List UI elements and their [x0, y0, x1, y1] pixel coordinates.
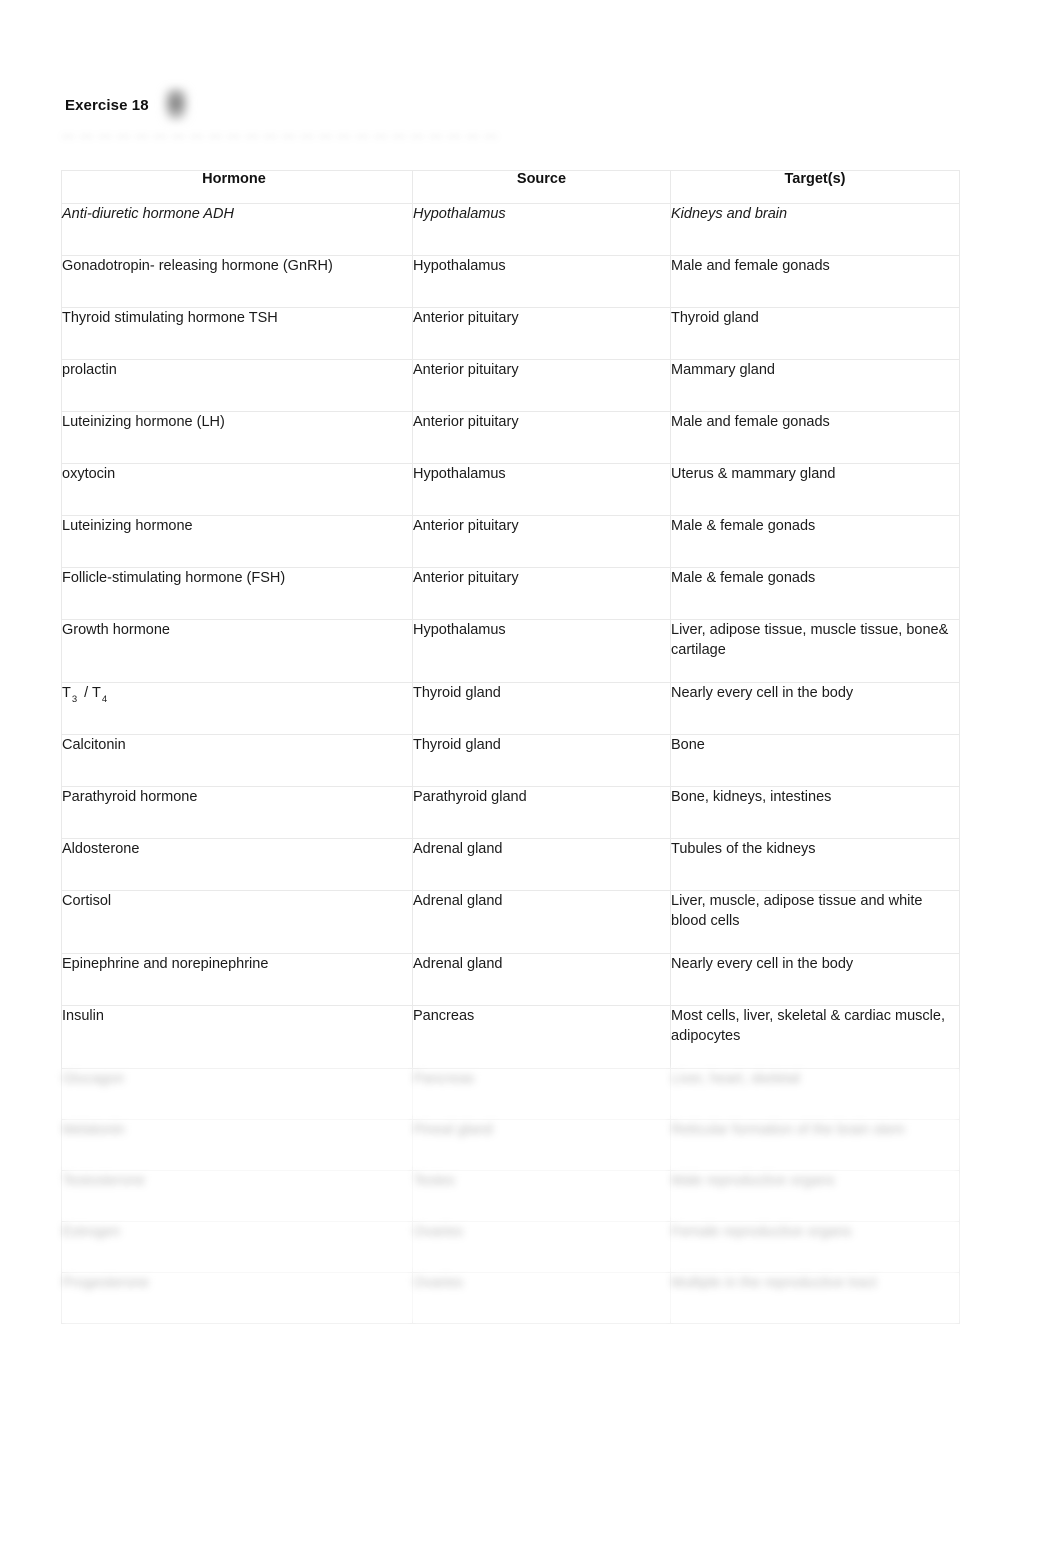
cell-hormone: Cortisol: [61, 890, 413, 954]
table-body: Anti-diuretic hormone ADH Hypothalamus Kid…: [61, 203, 960, 1324]
redacted-image-icon: [162, 88, 189, 122]
cell-hormone: Progesterone: [61, 1272, 413, 1324]
table-row: Melatonin Pineal gland Reticular formation…: [61, 1119, 960, 1171]
cell-hormone: Glucagon: [61, 1068, 413, 1120]
cell-target: Multiple in the reproductive tract: [670, 1272, 960, 1324]
cell-target: Reticular formation of the brain stem: [670, 1119, 960, 1171]
cell-target: Bone, kidneys, intestines: [670, 786, 960, 839]
table-row: Estrogen Ovaries Female reproductive organ…: [61, 1221, 960, 1273]
cell-source: Anterior pituitary: [412, 515, 671, 568]
cell-hormone: Parathyroid hormone: [61, 786, 413, 839]
cell-source: Adrenal gland: [412, 890, 671, 954]
cell-target: Nearly every cell in the body: [670, 682, 960, 735]
cell-hormone: prolactin: [61, 359, 413, 412]
cell-target: Liver, heart, skeletal: [670, 1068, 960, 1120]
cell-hormone: Calcitonin: [61, 734, 413, 787]
table-row: Growth hormone Hypothalamus Liver, adipose…: [61, 619, 960, 683]
table-row: Calcitonin Thyroid gland Bone: [61, 734, 960, 787]
table-row: Luteinizing hormone Anterior pituitary Mal…: [61, 515, 960, 568]
cell-source: Hypothalamus: [412, 203, 671, 256]
cell-source: Pancreas: [412, 1005, 671, 1069]
cell-source: Thyroid gland: [412, 682, 671, 735]
table-row: Epinephrine and norepinephrine Adrenal gl…: [61, 953, 960, 1006]
cell-target: Male & female gonads: [670, 515, 960, 568]
table-row: T3 / T4 Thyroid gland Nearly every cell in…: [61, 682, 960, 735]
cell-target: Tubules of the kidneys: [670, 838, 960, 891]
cell-hormone: Insulin: [61, 1005, 413, 1069]
cell-source: Ovaries: [412, 1221, 671, 1273]
cell-hormone: Anti-diuretic hormone ADH: [61, 203, 413, 256]
table-row: Luteinizing hormone (LH) Anterior pituita…: [61, 411, 960, 464]
cell-hormone: Thyroid stimulating hormone TSH: [61, 307, 413, 360]
hormone-table-container: Hormone Source Target(s) Anti-diuretic h…: [61, 170, 960, 1324]
table-row: Aldosterone Adrenal gland Tubules of the k…: [61, 838, 960, 891]
column-header-source: Source: [412, 170, 671, 204]
cell-source: Adrenal gland: [412, 838, 671, 891]
cell-source: Anterior pituitary: [412, 411, 671, 464]
table-row: prolactin Anterior pituitary Mammary gland: [61, 359, 960, 412]
cell-source: Hypothalamus: [412, 463, 671, 516]
cell-target: Thyroid gland: [670, 307, 960, 360]
cell-target: Mammary gland: [670, 359, 960, 412]
cell-hormone: T3 / T4: [61, 682, 413, 735]
table-row: Parathyroid hormone Parathyroid gland Bone…: [61, 786, 960, 839]
cell-hormone: Gonadotropin- releasing hormone (GnRH): [61, 255, 413, 308]
table-row: Insulin Pancreas Most cells, liver, skelet…: [61, 1005, 960, 1069]
cell-hormone: oxytocin: [61, 463, 413, 516]
cell-hormone: Aldosterone: [61, 838, 413, 891]
table-row: Testosterone Testes Male reproductive orga…: [61, 1170, 960, 1222]
cell-hormone: Follicle-stimulating hormone (FSH): [61, 567, 413, 620]
table-row: Thyroid stimulating hormone TSH Anterior …: [61, 307, 960, 360]
cell-target: Male and female gonads: [670, 411, 960, 464]
cell-target: Male & female gonads: [670, 567, 960, 620]
cell-source: Testes: [412, 1170, 671, 1222]
cell-hormone: Melatonin: [61, 1119, 413, 1171]
table-row: Follicle-stimulating hormone (FSH) Anteri…: [61, 567, 960, 620]
cell-target: Uterus & mammary gland: [670, 463, 960, 516]
cell-target: Liver, muscle, adipose tissue and white …: [670, 890, 960, 954]
cell-hormone: Luteinizing hormone (LH): [61, 411, 413, 464]
cell-source: Thyroid gland: [412, 734, 671, 787]
column-header-target: Target(s): [670, 170, 960, 204]
cell-source: Adrenal gland: [412, 953, 671, 1006]
cell-hormone: Estrogen: [61, 1221, 413, 1273]
table-header-row: Hormone Source Target(s): [61, 170, 960, 204]
cell-source: Pancreas: [412, 1068, 671, 1120]
cell-target: Liver, adipose tissue, muscle tissue, bo…: [670, 619, 960, 683]
cell-target: Male reproductive organs: [670, 1170, 960, 1222]
cell-source: Hypothalamus: [412, 255, 671, 308]
cell-target: Bone: [670, 734, 960, 787]
cell-hormone: Growth hormone: [61, 619, 413, 683]
cell-hormone: Luteinizing hormone: [61, 515, 413, 568]
table-row: Glucagon Pancreas Liver, heart, skeletal: [61, 1068, 960, 1120]
obscured-text-line: — — — — — — — — — — — — — — — — — — — — …: [62, 129, 499, 143]
table-row: Progesterone Ovaries Multiple in the repro…: [61, 1272, 960, 1324]
cell-hormone: Testosterone: [61, 1170, 413, 1222]
table-row: Anti-diuretic hormone ADH Hypothalamus Kid…: [61, 203, 960, 256]
cell-target: Nearly every cell in the body: [670, 953, 960, 1006]
page-title: Exercise 18: [65, 96, 149, 114]
cell-hormone: Epinephrine and norepinephrine: [61, 953, 413, 1006]
cell-target: Female reproductive organs: [670, 1221, 960, 1273]
cell-target: Male and female gonads: [670, 255, 960, 308]
table-row: Gonadotropin- releasing hormone (GnRH) Hy…: [61, 255, 960, 308]
table-row: Cortisol Adrenal gland Liver, muscle, adip…: [61, 890, 960, 954]
cell-target: Kidneys and brain: [670, 203, 960, 256]
table-row: oxytocin Hypothalamus Uterus & mammary gla…: [61, 463, 960, 516]
cell-source: Anterior pituitary: [412, 567, 671, 620]
cell-source: Anterior pituitary: [412, 359, 671, 412]
column-header-hormone: Hormone: [61, 170, 413, 204]
cell-source: Parathyroid gland: [412, 786, 671, 839]
cell-source: Hypothalamus: [412, 619, 671, 683]
page-header: Exercise 18: [65, 88, 189, 122]
hormone-table: Hormone Source Target(s) Anti-diuretic h…: [61, 170, 960, 1324]
cell-target: Most cells, liver, skeletal & cardiac mu…: [670, 1005, 960, 1069]
cell-source: Anterior pituitary: [412, 307, 671, 360]
cell-source: Ovaries: [412, 1272, 671, 1324]
cell-source: Pineal gland: [412, 1119, 671, 1171]
